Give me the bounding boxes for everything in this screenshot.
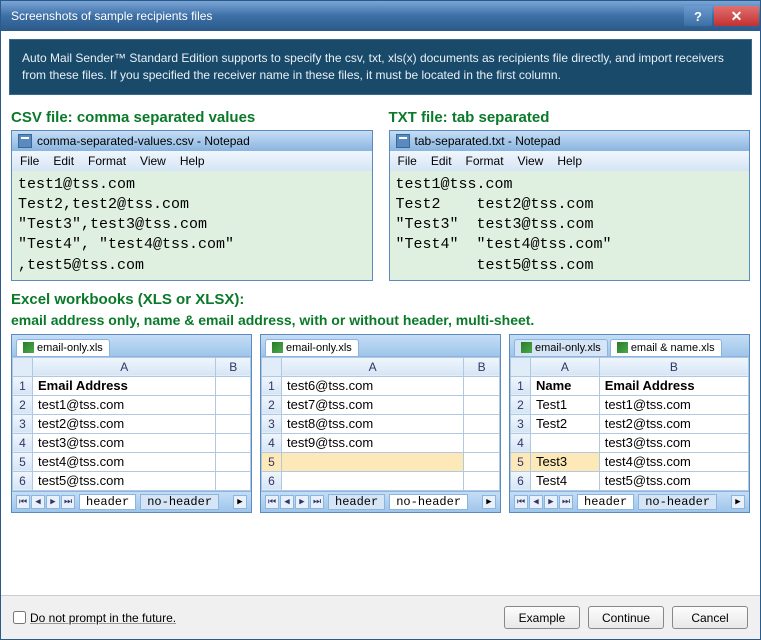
notepad-icon	[18, 134, 32, 148]
sheet-tab[interactable]: header	[577, 494, 634, 510]
notepad-titlebar: tab-separated.txt - Notepad	[390, 131, 750, 151]
menu-edit[interactable]: Edit	[431, 154, 452, 168]
workbook-tab[interactable]: email-only.xls	[514, 339, 608, 356]
do-not-prompt-label[interactable]: Do not prompt in the future.	[30, 611, 176, 625]
sheet-tab[interactable]: no-header	[638, 494, 717, 510]
sheet-tab[interactable]: no-header	[140, 494, 219, 510]
nav-next[interactable]: ▶	[46, 495, 60, 509]
excel-icon	[617, 342, 628, 353]
menu-file[interactable]: File	[398, 154, 417, 168]
notepad-menu: File Edit Format View Help	[390, 151, 750, 171]
excel-panel-1: email-only.xls AB 1Email Address 2test1@…	[11, 334, 252, 513]
help-button[interactable]: ?	[684, 6, 712, 26]
notepad-title: tab-separated.txt - Notepad	[415, 134, 561, 148]
nav-last[interactable]: ⏭	[559, 495, 573, 509]
menu-format[interactable]: Format	[466, 154, 504, 168]
nav-prev[interactable]: ◀	[280, 495, 294, 509]
content-area: CSV file: comma separated values comma-s…	[1, 103, 760, 595]
menu-help[interactable]: Help	[180, 154, 205, 168]
sheet-tab[interactable]: no-header	[389, 494, 468, 510]
nav-prev[interactable]: ◀	[529, 495, 543, 509]
titlebar: Screenshots of sample recipients files ?…	[1, 1, 760, 31]
notepad-title: comma-separated-values.csv - Notepad	[37, 134, 250, 148]
nav-next[interactable]: ▶	[544, 495, 558, 509]
csv-notepad: comma-separated-values.csv - Notepad Fil…	[11, 130, 373, 281]
sheet-tab[interactable]: header	[79, 494, 136, 510]
txt-heading: TXT file: tab separated	[389, 109, 751, 126]
workbook-tab[interactable]: email-only.xls	[16, 339, 110, 356]
workbook-tab[interactable]: email-only.xls	[265, 339, 359, 356]
excel-icon	[272, 342, 283, 353]
notepad-menu: File Edit Format View Help	[12, 151, 372, 171]
notepad-body: test1@tss.com Test2,test2@tss.com "Test3…	[12, 171, 372, 280]
continue-button[interactable]: Continue	[588, 606, 664, 629]
spreadsheet-grid: AB 1test6@tss.com 2test7@tss.com 3test8@…	[261, 357, 500, 491]
excel-icon	[521, 342, 532, 353]
menu-edit[interactable]: Edit	[53, 154, 74, 168]
nav-first[interactable]: ⏮	[16, 495, 30, 509]
spreadsheet-grid: AB 1NameEmail Address 2Test1test1@tss.co…	[510, 357, 749, 491]
scroll-right[interactable]: ▶	[233, 495, 247, 509]
notepad-body: test1@tss.com Test2 test2@tss.com "Test3…	[390, 171, 750, 280]
menu-help[interactable]: Help	[557, 154, 582, 168]
do-not-prompt-checkbox[interactable]	[13, 611, 26, 624]
menu-format[interactable]: Format	[88, 154, 126, 168]
nav-last[interactable]: ⏭	[61, 495, 75, 509]
close-button[interactable]: ✕	[714, 6, 759, 26]
excel-panel-3: email-only.xls email & name.xls AB 1Name…	[509, 334, 750, 513]
txt-notepad: tab-separated.txt - Notepad File Edit Fo…	[389, 130, 751, 281]
nav-first[interactable]: ⏮	[514, 495, 528, 509]
excel-icon	[23, 342, 34, 353]
cancel-button[interactable]: Cancel	[672, 606, 748, 629]
sheet-tab[interactable]: header	[328, 494, 385, 510]
scroll-right[interactable]: ▶	[731, 495, 745, 509]
nav-prev[interactable]: ◀	[31, 495, 45, 509]
excel-panel-2: email-only.xls AB 1test6@tss.com 2test7@…	[260, 334, 501, 513]
window-title: Screenshots of sample recipients files	[11, 9, 683, 23]
example-button[interactable]: Example	[504, 606, 580, 629]
csv-heading: CSV file: comma separated values	[11, 109, 373, 126]
menu-view[interactable]: View	[518, 154, 544, 168]
nav-first[interactable]: ⏮	[265, 495, 279, 509]
nav-last[interactable]: ⏭	[310, 495, 324, 509]
notepad-titlebar: comma-separated-values.csv - Notepad	[12, 131, 372, 151]
nav-next[interactable]: ▶	[295, 495, 309, 509]
excel-heading: Excel workbooks (XLS or XLSX):	[11, 291, 750, 308]
excel-subheading: email address only, name & email address…	[11, 312, 750, 328]
dialog-window: Screenshots of sample recipients files ?…	[0, 0, 761, 640]
spreadsheet-grid: AB 1Email Address 2test1@tss.com 3test2@…	[12, 357, 251, 491]
scroll-right[interactable]: ▶	[482, 495, 496, 509]
dialog-footer: Do not prompt in the future. Example Con…	[1, 595, 760, 639]
workbook-tab[interactable]: email & name.xls	[610, 339, 722, 356]
menu-file[interactable]: File	[20, 154, 39, 168]
notepad-icon	[396, 134, 410, 148]
info-banner: Auto Mail Sender™ Standard Edition suppo…	[9, 39, 752, 95]
menu-view[interactable]: View	[140, 154, 166, 168]
